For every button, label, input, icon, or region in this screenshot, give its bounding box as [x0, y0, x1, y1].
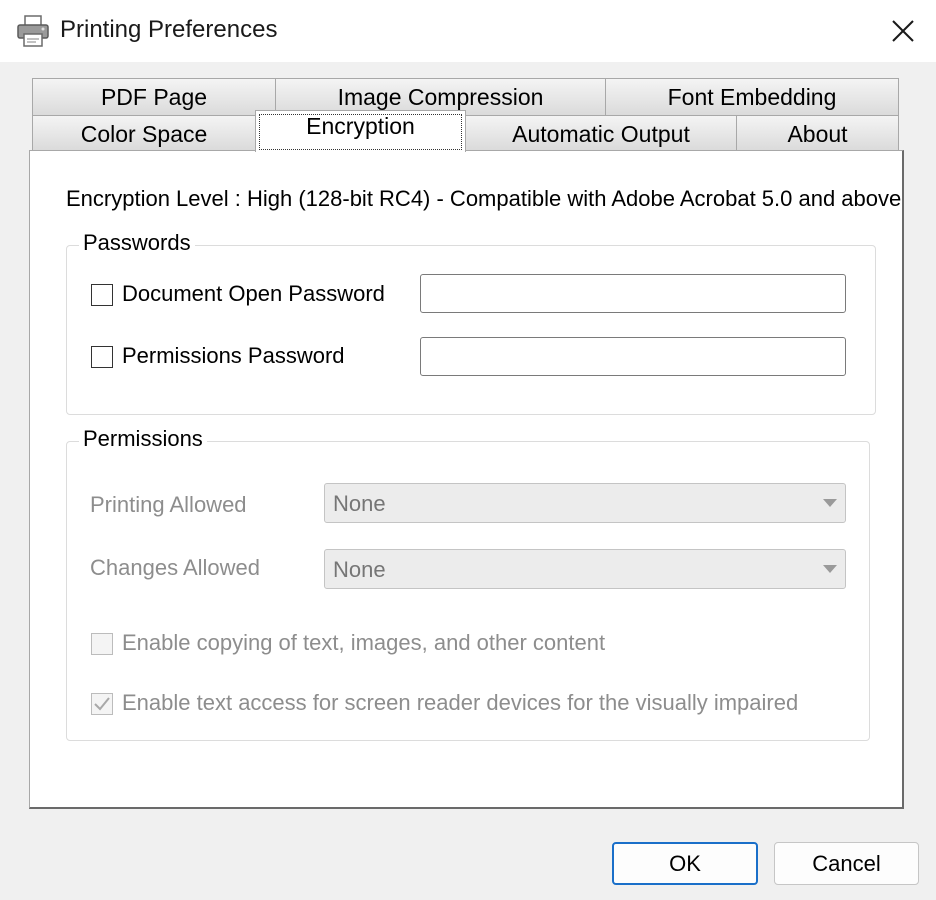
- tab-label: Image Compression: [337, 84, 544, 110]
- tab-about[interactable]: About: [736, 115, 899, 151]
- permissions-password-label: Permissions Password: [122, 343, 345, 368]
- chevron-down-icon: [823, 499, 837, 507]
- tab-label: Automatic Output: [512, 121, 690, 147]
- printing-allowed-value: None: [333, 491, 386, 516]
- changes-allowed-label: Changes Allowed: [90, 555, 261, 580]
- passwords-group-label: Passwords: [79, 230, 195, 256]
- tab-pdf-page[interactable]: PDF Page: [32, 78, 276, 116]
- encryption-level-text: Encryption Level : High (128-bit RC4) - …: [66, 186, 902, 211]
- checkmark-icon: [94, 697, 110, 711]
- open-password-label: Document Open Password: [122, 281, 385, 306]
- open-password-checkbox[interactable]: [91, 284, 113, 306]
- enable-copying-checkbox[interactable]: [91, 633, 113, 655]
- printing-allowed-label: Printing Allowed: [90, 492, 247, 517]
- title-bar: Printing Preferences: [0, 0, 936, 62]
- tab-encryption[interactable]: Encryption: [255, 110, 466, 152]
- close-icon: [892, 20, 914, 42]
- printing-allowed-select[interactable]: None: [324, 483, 846, 523]
- tab-color-space[interactable]: Color Space: [32, 115, 256, 151]
- focus-rectangle: [259, 114, 462, 150]
- tab-label: PDF Page: [100, 84, 208, 110]
- tab-font-embedding[interactable]: Font Embedding: [605, 78, 899, 116]
- open-password-field[interactable]: [420, 274, 846, 313]
- printing-preferences-dialog: Printing Preferences PDF Page Image Comp…: [0, 0, 936, 900]
- enable-copying-label: Enable copying of text, images, and othe…: [122, 630, 606, 655]
- close-button[interactable]: [870, 0, 936, 62]
- permissions-password-field[interactable]: [420, 337, 846, 376]
- tab-label: About: [787, 121, 848, 147]
- permissions-group-label: Permissions: [79, 426, 207, 452]
- window-title: Printing Preferences: [60, 16, 278, 43]
- screen-reader-checkbox[interactable]: [91, 693, 113, 715]
- tab-automatic-output[interactable]: Automatic Output: [465, 115, 737, 151]
- tab-label: Color Space: [80, 121, 208, 147]
- changes-allowed-select[interactable]: None: [324, 549, 846, 589]
- tab-label: Font Embedding: [667, 84, 837, 110]
- printer-icon: [16, 14, 50, 48]
- permissions-password-checkbox[interactable]: [91, 346, 113, 368]
- screen-reader-label: Enable text access for screen reader dev…: [122, 690, 799, 715]
- chevron-down-icon: [823, 565, 837, 573]
- passwords-group: Passwords: [66, 230, 876, 415]
- cancel-button[interactable]: Cancel: [774, 842, 919, 885]
- changes-allowed-value: None: [333, 557, 386, 582]
- ok-button[interactable]: OK: [612, 842, 758, 885]
